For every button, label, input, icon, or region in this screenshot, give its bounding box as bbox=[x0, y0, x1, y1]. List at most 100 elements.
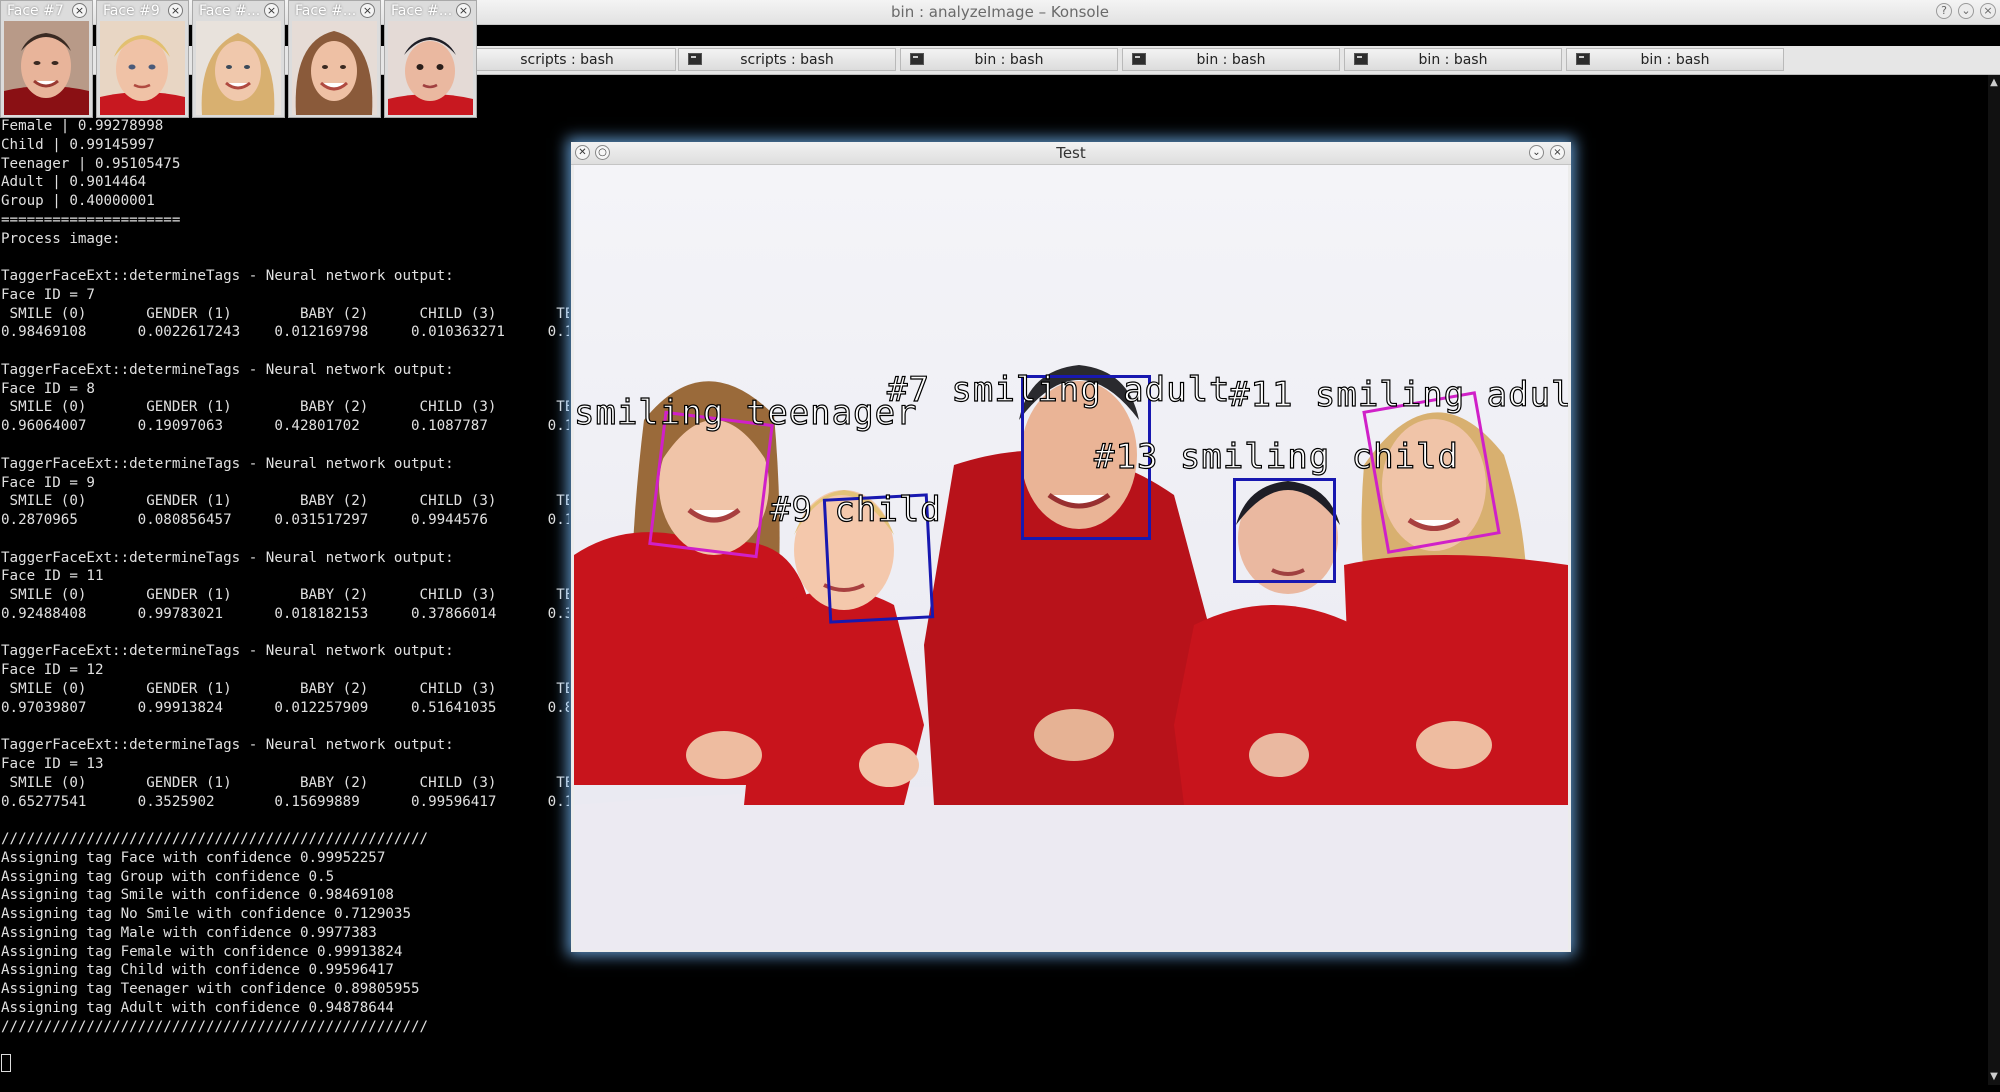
close-icon[interactable]: × bbox=[264, 3, 279, 18]
close-icon[interactable]: × bbox=[168, 3, 183, 18]
terminal-icon bbox=[688, 53, 702, 65]
terminal-line: Face ID = 8 bbox=[1, 380, 95, 397]
terminal-line: TaggerFaceExt::determineTags - Neural ne… bbox=[1, 643, 454, 660]
face-thumbnail-image bbox=[196, 21, 281, 115]
terminal-line: ////////////////////////////////////////… bbox=[1, 1018, 429, 1035]
minimize-icon[interactable]: ⌄ bbox=[1958, 3, 1974, 19]
face-thumbnail-window[interactable]: Face #9 × bbox=[96, 0, 189, 118]
scroll-up-icon[interactable]: ▲ bbox=[1988, 77, 2000, 89]
terminal-line: 0.98469108 0.0022617243 0.012169798 0.01… bbox=[1, 324, 569, 341]
terminal-icon bbox=[1354, 53, 1368, 65]
face-thumbnail-image bbox=[388, 21, 473, 115]
terminal-line: Group | 0.40000001 bbox=[1, 193, 155, 210]
terminal-line: Face ID = 13 bbox=[1, 756, 104, 773]
terminal-line: Face ID = 7 bbox=[1, 286, 95, 303]
tab-scripts-bash-2[interactable]: scripts : bash bbox=[678, 48, 896, 71]
terminal-icon bbox=[1132, 53, 1146, 65]
terminal-line: SMILE (0) GENDER (1) BABY (2) CHILD (3) … bbox=[1, 493, 569, 510]
test-window-title: Test bbox=[1056, 144, 1086, 162]
terminal-scrollbar[interactable]: ▲ ▼ bbox=[1988, 75, 2000, 1085]
family-photo: smiling teenager #9 child #7 smiling adu… bbox=[574, 165, 1568, 950]
terminal-line: 0.2870965 0.080856457 0.031517297 0.9944… bbox=[1, 512, 569, 529]
terminal-line: Face ID = 12 bbox=[1, 662, 104, 679]
scroll-down-icon[interactable]: ▼ bbox=[1988, 1071, 2000, 1083]
face-thumbnail-window[interactable]: Face #7 × bbox=[0, 0, 93, 118]
face-label-7: #7 smiling adult bbox=[886, 369, 1231, 410]
terminal-line: Assigning tag Face with confidence 0.999… bbox=[1, 849, 386, 866]
tab-label: bin : bash bbox=[974, 52, 1044, 68]
terminal-output[interactable]: Female | 0.99278998 Child | 0.99145997 Tee… bbox=[1, 117, 569, 1077]
tab-bin-bash-4[interactable]: bin : bash bbox=[1566, 48, 1784, 71]
terminal-line: TaggerFaceExt::determineTags - Neural ne… bbox=[1, 549, 454, 566]
close-icon[interactable]: × bbox=[1980, 3, 1996, 19]
help-icon[interactable]: ? bbox=[1936, 3, 1952, 19]
terminal-line: Assigning tag Female with confidence 0.9… bbox=[1, 943, 403, 960]
face-thumbnail-window[interactable]: Face #... × bbox=[384, 0, 477, 118]
close-icon[interactable]: × bbox=[1550, 145, 1565, 160]
terminal-line: SMILE (0) GENDER (1) BABY (2) CHILD (3) … bbox=[1, 305, 569, 322]
close-icon[interactable]: × bbox=[360, 3, 375, 18]
terminal-line: TaggerFaceExt::determineTags - Neural ne… bbox=[1, 737, 454, 754]
close-icon[interactable]: × bbox=[456, 3, 471, 18]
terminal-icon bbox=[1576, 53, 1590, 65]
terminal-line: Teenager | 0.95105475 bbox=[1, 155, 181, 172]
terminal-line: ===================== bbox=[1, 211, 181, 228]
terminal-line: Assigning tag Male with confidence 0.997… bbox=[1, 924, 377, 941]
face-thumbnail-image bbox=[4, 21, 89, 115]
tab-scripts-bash-1[interactable]: scripts : bash bbox=[458, 48, 676, 71]
tab-bin-bash-3[interactable]: bin : bash bbox=[1344, 48, 1562, 71]
terminal-line: Assigning tag Adult with confidence 0.94… bbox=[1, 999, 394, 1016]
terminal-line: Process image: bbox=[1, 230, 121, 247]
tab-label: scripts : bash bbox=[740, 52, 834, 68]
face-thumbnail-image bbox=[100, 21, 185, 115]
face-thumbnail-image bbox=[292, 21, 377, 115]
terminal-line: ////////////////////////////////////////… bbox=[1, 831, 429, 848]
test-window-titlebar[interactable]: ✕ ○ Test ⌄ × bbox=[571, 142, 1571, 165]
thumbnail-title: Face #7 bbox=[7, 3, 64, 19]
face-label-teenager: smiling teenager bbox=[574, 392, 918, 433]
close-icon[interactable]: × bbox=[72, 3, 87, 18]
terminal-line: 0.92488408 0.99783021 0.018182153 0.3786… bbox=[1, 605, 569, 622]
terminal-cursor bbox=[1, 1052, 11, 1072]
terminal-line: Female | 0.99278998 bbox=[1, 118, 164, 134]
tab-label: bin : bash bbox=[1640, 52, 1710, 68]
terminal-line: 0.65277541 0.3525902 0.15699889 0.995964… bbox=[1, 793, 569, 810]
face-label-9: #9 child bbox=[769, 489, 942, 530]
terminal-line: 0.97039807 0.99913824 0.012257909 0.5164… bbox=[1, 699, 569, 716]
terminal-line: SMILE (0) GENDER (1) BABY (2) CHILD (3) … bbox=[1, 587, 569, 604]
terminal-line: Assigning tag Teenager with confidence 0… bbox=[1, 981, 420, 998]
terminal-line: Assigning tag Child with confidence 0.99… bbox=[1, 962, 394, 979]
face-label-13: #13 smiling child bbox=[1093, 436, 1459, 477]
tab-label: scripts : bash bbox=[520, 52, 614, 68]
face-thumbnail-window[interactable]: Face #... × bbox=[288, 0, 381, 118]
tab-bin-bash-1[interactable]: bin : bash bbox=[900, 48, 1118, 71]
terminal-line: SMILE (0) GENDER (1) BABY (2) CHILD (3) … bbox=[1, 774, 569, 791]
thumbnail-title: Face #... bbox=[391, 3, 453, 19]
terminal-line: SMILE (0) GENDER (1) BABY (2) CHILD (3) … bbox=[1, 680, 569, 697]
terminal-line: Assigning tag Group with confidence 0.5 bbox=[1, 868, 335, 885]
terminal-icon bbox=[910, 53, 924, 65]
terminal-line: Assigning tag No Smile with confidence 0… bbox=[1, 906, 411, 923]
minimize-icon[interactable]: ⌄ bbox=[1529, 145, 1544, 160]
terminal-line: Child | 0.99145997 bbox=[1, 136, 155, 153]
terminal-line: TaggerFaceExt::determineTags - Neural ne… bbox=[1, 361, 454, 378]
terminal-line: 0.96064007 0.19097063 0.42801702 0.10877… bbox=[1, 418, 569, 435]
tab-bin-bash-2[interactable]: bin : bash bbox=[1122, 48, 1340, 71]
thumbnail-title: Face #... bbox=[199, 3, 261, 19]
terminal-line: Face ID = 11 bbox=[1, 568, 104, 585]
terminal-line: TaggerFaceExt::determineTags - Neural ne… bbox=[1, 455, 454, 472]
thumbnail-title: Face #9 bbox=[103, 3, 160, 19]
tab-label: bin : bash bbox=[1418, 52, 1488, 68]
terminal-line: TaggerFaceExt::determineTags - Neural ne… bbox=[1, 268, 454, 285]
face-thumbnail-window[interactable]: Face #... × bbox=[192, 0, 285, 118]
tab-label: bin : bash bbox=[1196, 52, 1266, 68]
test-image-window[interactable]: ✕ ○ Test ⌄ × smiling teenager #9 child #… bbox=[571, 142, 1571, 952]
terminal-line: Face ID = 9 bbox=[1, 474, 95, 491]
